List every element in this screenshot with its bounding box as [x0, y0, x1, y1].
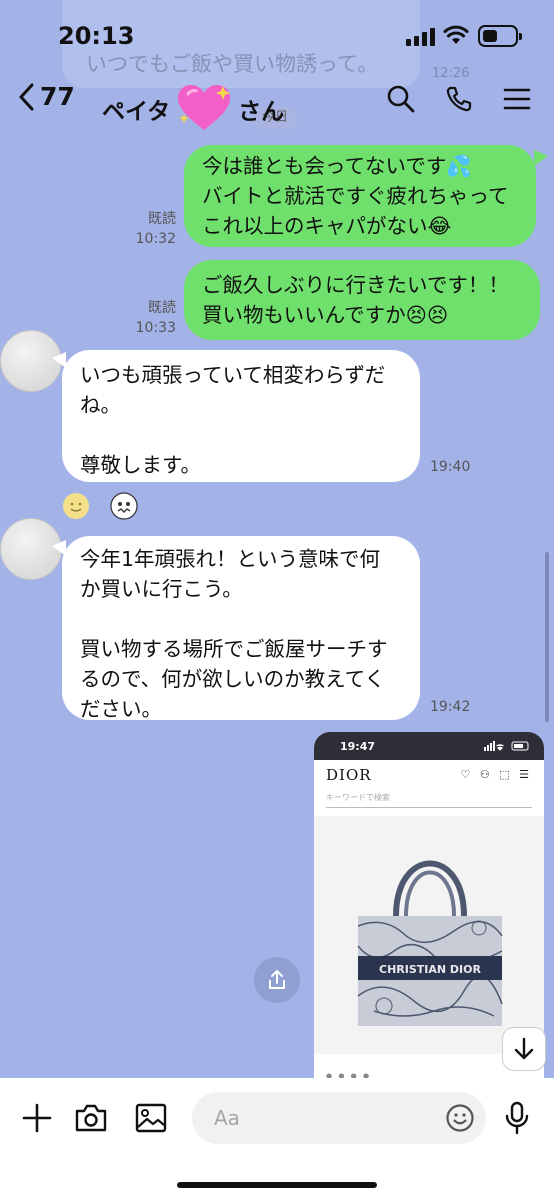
hamburger-menu-icon	[503, 88, 531, 110]
add-button[interactable]	[17, 1098, 57, 1138]
bag-print-text: CHRISTIAN DIOR	[379, 963, 481, 976]
chat-title[interactable]: ペイタ さん	[102, 84, 284, 134]
my-message-bubble[interactable]: ご飯久しぶりに行きたいです！！ 買い物もいいんですか😣😣	[184, 260, 540, 340]
brand-logo: DIOR	[326, 766, 372, 784]
back-button[interactable]: 77	[18, 82, 75, 111]
battery-icon	[478, 25, 522, 47]
read-receipt: 既読 10:33	[135, 300, 176, 336]
home-indicator[interactable]	[177, 1182, 377, 1188]
status-time: 20:13	[58, 22, 135, 50]
search-icon	[387, 85, 415, 113]
tote-bag-illustration: CHRISTIAN DIOR	[357, 860, 503, 1026]
camera-icon	[75, 1104, 107, 1132]
voice-button[interactable]	[497, 1098, 537, 1138]
chat-title-name: ペイタ	[102, 99, 171, 125]
microphone-icon	[505, 1101, 529, 1135]
chevron-left-icon	[19, 83, 34, 110]
their-message-bubble[interactable]: いつも頑張っていて相変わらずだ ね。 尊敬します。	[62, 350, 420, 482]
phone-icon	[446, 86, 472, 112]
message-time: 19:42	[430, 699, 471, 715]
my-message-bubble[interactable]: 今は誰とも会ってないです💦 バイトと就活ですぐ疲れちゃって これ以上のキャパがな…	[184, 145, 536, 247]
product-image: CHRISTIAN DIOR	[314, 816, 544, 1054]
wifi-icon	[443, 25, 469, 44]
emoji-button[interactable]	[440, 1098, 480, 1138]
their-message-bubble[interactable]: 今年1年頑張れ！という意味で何 か買いに行こう。 買い物する場所でご飯屋サーチす…	[62, 536, 420, 721]
read-receipt: 既読 10:32	[135, 211, 176, 247]
scrollbar[interactable]	[545, 552, 549, 722]
camera-button[interactable]	[71, 1098, 111, 1138]
shop-header-icons: ♡ ⚇ ⬚ ☰	[460, 768, 532, 781]
smiley-icon	[446, 1104, 474, 1132]
sticker-reaction-icon[interactable]	[110, 492, 138, 520]
scroll-to-bottom-button[interactable]	[502, 1027, 546, 1071]
cellular-signal-icon	[406, 28, 435, 46]
status-icons	[484, 741, 529, 751]
chat-header: 77 ペイタ さん	[0, 76, 554, 130]
sparkling-heart-icon	[178, 85, 231, 130]
shared-image-status-bar: 19:47	[314, 732, 544, 760]
bubble-tail	[534, 150, 548, 166]
preview-banner-text: いつでもご飯や買い物誘って。	[86, 52, 379, 76]
shared-image-time: 19:47	[340, 740, 376, 753]
search-button[interactable]	[384, 82, 418, 116]
smile-reaction-icon[interactable]	[62, 492, 90, 520]
unread-count: 77	[40, 82, 75, 111]
share-button[interactable]	[254, 957, 300, 1003]
image-icon	[135, 1103, 167, 1133]
call-button[interactable]	[442, 82, 476, 116]
shop-search-field: キーワードで検索	[326, 790, 532, 808]
message-time: 19:40	[430, 459, 471, 475]
plus-icon	[22, 1103, 52, 1133]
share-icon	[269, 970, 285, 989]
chat-title-suffix: さん	[238, 99, 285, 125]
menu-button[interactable]	[500, 82, 534, 116]
photo-button[interactable]	[131, 1098, 171, 1138]
arrow-down-icon	[514, 1037, 534, 1060]
